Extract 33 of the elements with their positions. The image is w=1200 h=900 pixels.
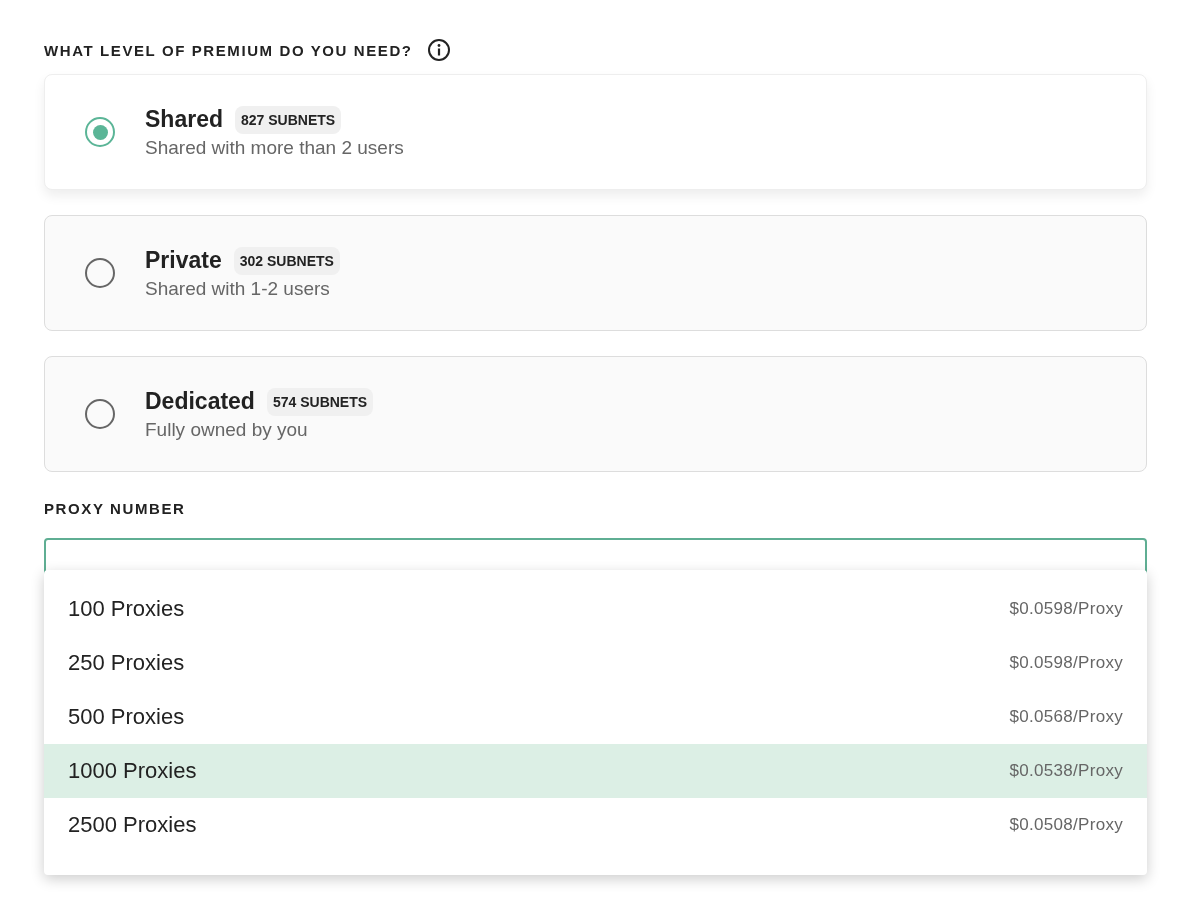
- radio-button[interactable]: [85, 258, 115, 288]
- dropdown-option[interactable]: 2500 Proxies $0.0508/Proxy: [44, 798, 1147, 852]
- section-heading: WHAT LEVEL OF PREMIUM DO YOU NEED?: [44, 41, 413, 59]
- option-title: Dedicated: [145, 388, 255, 415]
- radio-button[interactable]: [85, 117, 115, 147]
- dropdown-option[interactable]: 500 Proxies $0.0568/Proxy: [44, 690, 1147, 744]
- option-price: $0.0598/Proxy: [1009, 653, 1123, 673]
- option-description: Shared with 1-2 users: [145, 277, 331, 300]
- plan-option-card[interactable]: Shared 827 SUBNETS Shared with more than 2 users: [44, 74, 1147, 190]
- option-price: $0.0568/Proxy: [1009, 707, 1123, 727]
- plan-option-card[interactable]: Dedicated 574 SUBNETS Fully owned by you: [44, 356, 1147, 472]
- option-title: Shared: [145, 106, 223, 133]
- section-heading: PROXY NUMBER: [44, 499, 187, 519]
- option-price: $0.0598/Proxy: [1009, 599, 1123, 619]
- option-price: $0.0508/Proxy: [1009, 815, 1123, 835]
- option-title: Private: [145, 247, 222, 274]
- dropdown-option[interactable]: 250 Proxies $0.0598/Proxy: [44, 636, 1147, 690]
- option-label: 250 Proxies: [68, 650, 185, 676]
- subnet-count-badge: 302 SUBNETS: [233, 246, 340, 275]
- option-description: Shared with more than 2 users: [145, 136, 404, 159]
- option-label: 2500 Proxies: [68, 812, 197, 838]
- option-label: 100 Proxies: [68, 596, 185, 622]
- subnet-count-badge: 574 SUBNETS: [266, 387, 374, 416]
- dropdown-option[interactable]: 1000 Proxies $0.0538/Proxy: [44, 744, 1147, 798]
- subnet-count-badge: 827 SUBNETS: [235, 105, 342, 134]
- radio-button[interactable]: [85, 399, 115, 429]
- info-icon[interactable]: [426, 38, 451, 62]
- dropdown-option[interactable]: 100 Proxies $0.0598/Proxy: [44, 582, 1147, 636]
- option-label: 500 Proxies: [68, 704, 185, 730]
- option-price: $0.0538/Proxy: [1009, 761, 1123, 781]
- option-label: 1000 Proxies: [68, 758, 197, 784]
- option-description: Fully owned by you: [145, 418, 309, 441]
- plan-option-card[interactable]: Private 302 SUBNETS Shared with 1-2 users: [44, 215, 1147, 331]
